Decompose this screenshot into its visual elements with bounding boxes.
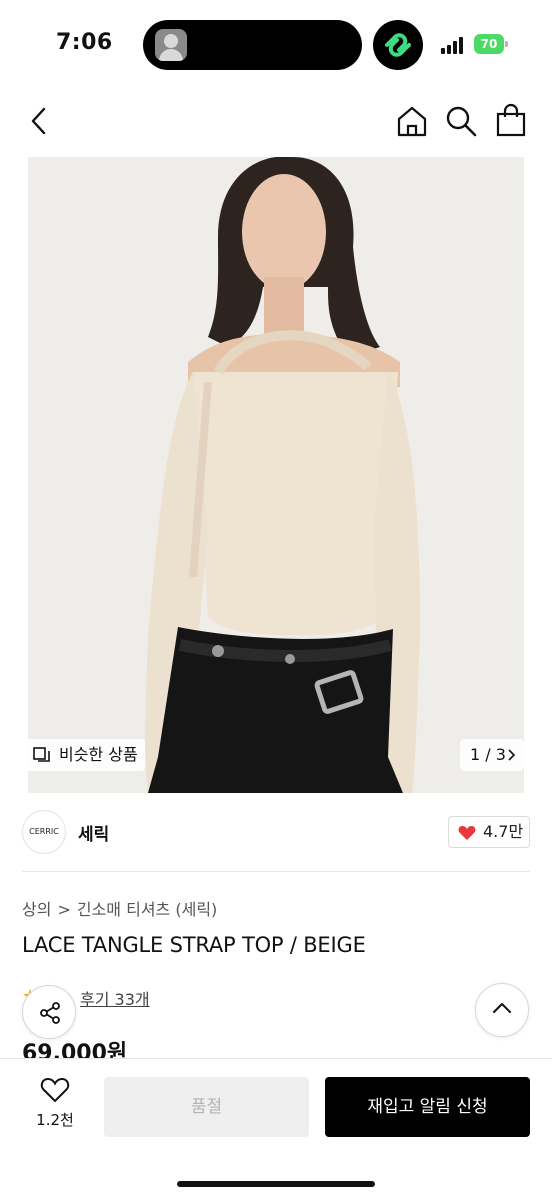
share-icon	[40, 1002, 60, 1024]
battery-icon: 70	[474, 34, 508, 54]
search-icon[interactable]	[444, 104, 478, 138]
brand-like-count: 4.7만	[483, 822, 524, 841]
chat-app-icon[interactable]	[373, 20, 423, 70]
breadcrumb-subcategory[interactable]: 긴소매 티셔츠 (세릭)	[77, 900, 217, 919]
soldout-button: 품절	[104, 1077, 309, 1137]
review-count-link[interactable]: 후기 33개	[80, 986, 150, 1010]
brand-logo[interactable]: CERRIC	[22, 810, 66, 854]
island-avatar	[155, 29, 187, 61]
image-pager[interactable]: 1 / 3	[460, 739, 524, 771]
product-title: LACE TANGLE STRAP TOP / BEIGE	[22, 933, 366, 957]
brand-name[interactable]: 세릭	[78, 820, 109, 845]
product-photo-model	[28, 157, 524, 793]
dynamic-island	[143, 20, 362, 70]
heart-outline-icon	[40, 1078, 70, 1103]
share-button[interactable]	[22, 985, 76, 1039]
image-pager-label: 1 / 3	[470, 745, 506, 764]
similar-products-label: 비슷한 상품	[59, 745, 138, 764]
product-image[interactable]: 비슷한 상품 1 / 3	[28, 157, 524, 793]
breadcrumb-category[interactable]: 상의	[22, 900, 51, 919]
breadcrumb: 상의 > 긴소매 티셔츠 (세릭)	[22, 896, 217, 920]
status-time: 7:06	[56, 30, 113, 55]
chevron-left-icon[interactable]	[26, 106, 52, 136]
wishlist-count: 1.2천	[36, 1111, 74, 1129]
restock-alert-button[interactable]: 재입고 알림 신청	[325, 1077, 530, 1137]
home-indicator	[177, 1181, 375, 1187]
breadcrumb-separator: >	[57, 900, 71, 919]
divider	[22, 871, 530, 872]
home-icon[interactable]	[395, 104, 429, 138]
shopping-bag-icon[interactable]	[494, 102, 528, 138]
similar-products-button[interactable]: 비슷한 상품	[28, 739, 145, 771]
chevron-up-icon	[493, 1003, 511, 1013]
bottom-action-bar: 1.2천 품절 재입고 알림 신청	[0, 1058, 552, 1200]
chevron-right-icon	[508, 749, 515, 761]
status-bar: 7:06 70	[0, 0, 552, 90]
battery-level: 70	[474, 34, 504, 54]
signal-icon	[441, 36, 467, 54]
scroll-top-button[interactable]	[475, 983, 529, 1037]
brand-logo-text: CERRIC	[29, 827, 59, 836]
wishlist-button[interactable]: 1.2천	[24, 1077, 86, 1141]
heart-filled-icon	[458, 825, 476, 840]
similar-items-icon	[33, 747, 50, 762]
brand-like-button[interactable]: 4.7만	[448, 816, 530, 848]
